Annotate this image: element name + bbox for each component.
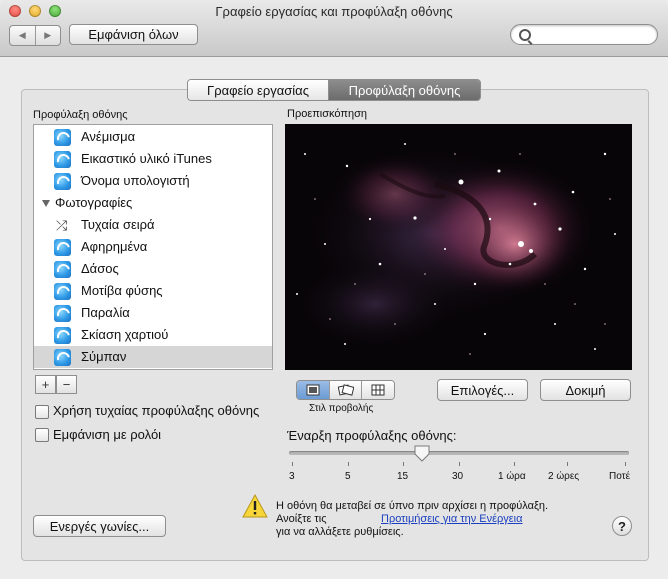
screensaver-icon (54, 327, 71, 344)
screensaver-icon (54, 239, 71, 256)
list-item-label: Σκίαση χαρτιού (81, 327, 169, 342)
start-after-label: Έναρξη προφύλαξης οθόνης: (287, 428, 457, 443)
screensaver-icon (54, 261, 71, 278)
energy-saver-link[interactable]: Προτιμήσεις για την Ενέργεια (381, 513, 523, 525)
slider-tick-label: 2 ώρες (548, 471, 580, 482)
list-item[interactable]: Ανέμισμα (34, 126, 272, 148)
start-after-slider[interactable] (289, 451, 629, 455)
slider-tick-label: 1 ώρα (498, 471, 526, 482)
slider-tick (514, 462, 515, 466)
slider-tick-label: Ποτέ (609, 471, 631, 482)
list-item[interactable]: Δάσος (34, 258, 272, 280)
list-item[interactable]: Εικαστικό υλικό iTunes (34, 148, 272, 170)
back-forward-control: ◀ ▶ (9, 25, 61, 46)
slider-tick (459, 462, 460, 466)
slider-tick (292, 462, 293, 466)
list-item-label: Τυχαία σειρά (81, 217, 155, 232)
warning-icon (242, 494, 268, 518)
search-field[interactable] (510, 24, 658, 45)
list-item[interactable]: ⤮ Τυχαία σειρά (34, 214, 272, 236)
remove-button[interactable]: − (56, 375, 77, 394)
random-screensaver-label: Χρήση τυχαίας προφύλαξης οθόνης (53, 403, 260, 418)
list-item[interactable]: Όνομα υπολογιστή (34, 170, 272, 192)
display-style-control (296, 380, 395, 400)
test-button[interactable]: Δοκιμή (540, 379, 631, 401)
tab-bar: Γραφείο εργασίας Προφύλαξη οθόνης (187, 79, 481, 101)
list-item-selected[interactable]: Σύμπαν (34, 346, 272, 368)
hot-corners-button[interactable]: Ενεργές γωνίες... (33, 515, 166, 537)
screensaver-icon (54, 305, 71, 322)
warning-line-2: Ανοίξτε τις (276, 513, 327, 525)
display-style-mosaic[interactable] (361, 381, 394, 399)
screensaver-icon (54, 173, 71, 190)
group-label: Φωτογραφίες (55, 195, 133, 210)
back-icon[interactable]: ◀ (10, 26, 35, 45)
list-item-label: Σύμπαν (81, 349, 127, 364)
display-style-slideshow[interactable] (297, 381, 329, 399)
screensaver-list: Ανέμισμα Εικαστικό υλικό iTunes Όνομα υπ… (33, 124, 273, 370)
window-title: Γραφείο εργασίας και προφύλαξη οθόνης (215, 4, 453, 19)
list-item[interactable]: Μοτίβα φύσης (34, 280, 272, 302)
nebula-image (285, 124, 632, 370)
preview-image (285, 124, 632, 370)
slider-tick-label: 30 (452, 471, 464, 482)
slider-tick (567, 462, 568, 466)
list-item-label: Εικαστικό υλικό iTunes (81, 151, 212, 166)
list-item-label: Όνομα υπολογιστή (81, 173, 190, 188)
list-item[interactable]: Σκίαση χαρτιού (34, 324, 272, 346)
shuffle-icon: ⤮ (56, 217, 68, 233)
tab-desktop[interactable]: Γραφείο εργασίας (188, 80, 329, 100)
slider-tick-label: 5 (345, 471, 351, 482)
slider-tick-label: 15 (397, 471, 409, 482)
photos-group-row[interactable]: Φωτογραφίες (34, 192, 272, 214)
slider-tick (403, 462, 404, 466)
window: Γραφείο εργασίας και προφύλαξη οθόνης ◀ … (0, 0, 668, 579)
list-item-label: Ανέμισμα (81, 129, 136, 144)
list-item-label: Αφηρημένα (81, 239, 148, 254)
display-style-label: Στιλ προβολής (309, 403, 374, 414)
slider-tick (348, 462, 349, 466)
collage-icon (337, 384, 354, 396)
screensaver-icon (54, 151, 71, 168)
slider-thumb[interactable] (413, 444, 431, 462)
show-clock-checkbox[interactable] (35, 428, 49, 442)
screensaver-icon (54, 283, 71, 300)
slider-tick (625, 462, 626, 466)
search-input[interactable] (535, 27, 655, 43)
show-clock-label: Εμφάνιση με ρολόι (53, 427, 162, 442)
list-item-label: Παραλία (81, 305, 130, 320)
tab-screen-saver[interactable]: Προφύλαξη οθόνης (329, 80, 480, 100)
warning-line-1: Η οθόνη θα μεταβεί σε ύπνο πριν αρχίσει … (276, 500, 549, 512)
list-item[interactable]: Αφηρημένα (34, 236, 272, 258)
screensaver-list-header: Προφύλαξη οθόνης (33, 109, 128, 121)
disclosure-triangle-icon[interactable] (42, 200, 50, 207)
list-item[interactable]: Παραλία (34, 302, 272, 324)
random-screensaver-checkbox[interactable] (35, 405, 49, 419)
preview-header: Προεπισκόπηση (287, 108, 367, 120)
mosaic-icon (371, 384, 385, 396)
show-all-button[interactable]: Εμφάνιση όλων (69, 24, 198, 45)
options-button[interactable]: Επιλογές... (437, 379, 528, 401)
help-button[interactable]: ? (612, 516, 632, 536)
screensaver-icon (54, 129, 71, 146)
list-item-label: Μοτίβα φύσης (81, 283, 163, 298)
screensaver-icon (54, 349, 71, 366)
list-item-label: Δάσος (81, 261, 119, 276)
title-bar: Γραφείο εργασίας και προφύλαξη οθόνης ◀ … (0, 0, 668, 57)
slider-tick-label: 3 (289, 471, 295, 482)
forward-icon[interactable]: ▶ (34, 26, 61, 45)
display-style-collage[interactable] (328, 381, 362, 399)
warning-line-3: για να αλλάξετε ρυθμίσεις. (276, 526, 404, 538)
slideshow-icon (306, 384, 320, 396)
add-button[interactable]: + (35, 375, 56, 394)
search-icon (519, 29, 531, 41)
